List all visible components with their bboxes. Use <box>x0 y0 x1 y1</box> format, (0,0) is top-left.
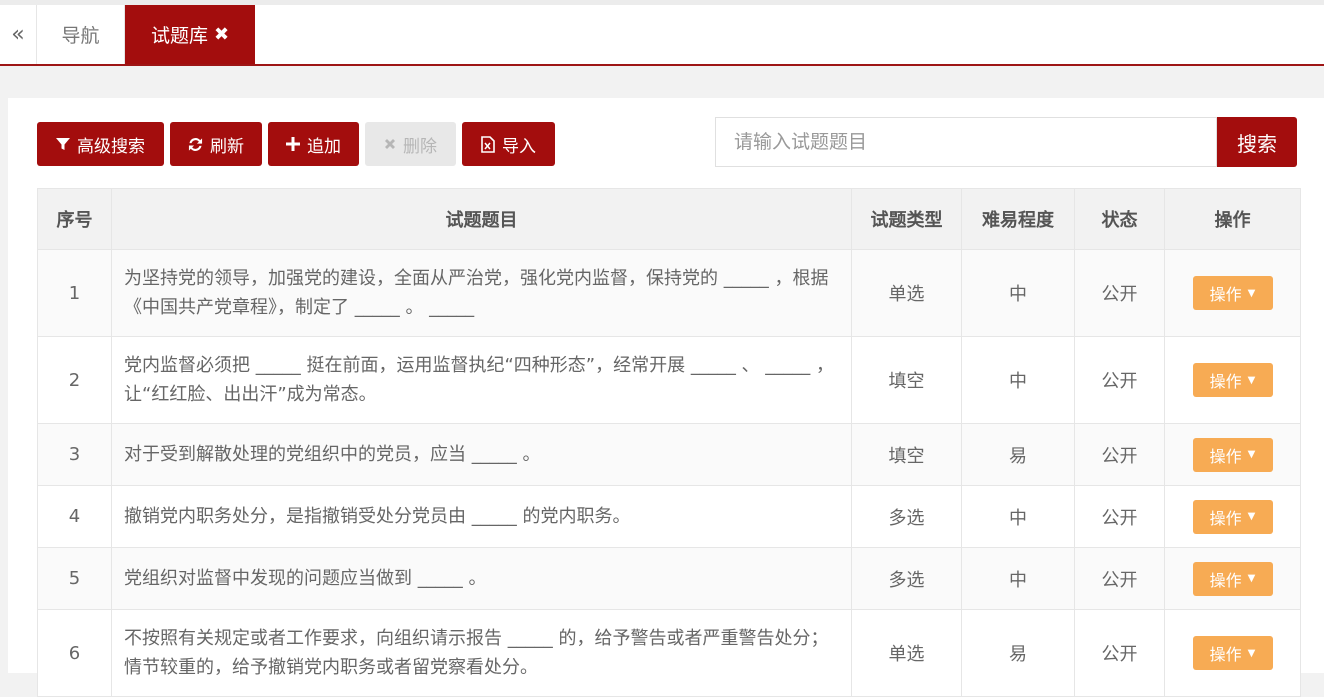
cell-no: 2 <box>37 336 112 424</box>
table-row[interactable]: 2 党内监督必须把 _____ 挺在前面，运用监督执纪“四种形态”，经常开展 _… <box>37 336 1301 424</box>
cell-type: 多选 <box>851 547 962 610</box>
advanced-search-button[interactable]: 高级搜索 <box>37 122 164 166</box>
cell-action: 操作 ▼ <box>1164 609 1301 697</box>
tab-bar: « 导航 试题库 ✖ <box>0 0 1324 66</box>
refresh-label: 刷新 <box>210 136 244 157</box>
cell-no: 5 <box>37 547 112 610</box>
action-label: 操作 <box>1209 446 1242 466</box>
table-row[interactable]: 4 撤销党内职务处分，是指撤销受处分党员由 _____ 的党内职务。 多选 中 … <box>37 485 1301 548</box>
tab-question-bank-label: 试题库 <box>150 25 208 47</box>
cell-status: 公开 <box>1074 547 1165 610</box>
cell-type: 单选 <box>851 609 962 697</box>
import-button[interactable]: 导入 <box>462 122 555 166</box>
table-row[interactable]: 3 对于受到解散处理的党组织中的党员，应当 _____ 。 填空 易 公开 操作… <box>37 423 1301 486</box>
plus-icon <box>286 137 300 151</box>
cell-no: 3 <box>37 423 112 486</box>
tab-navigation-label: 导航 <box>61 25 100 47</box>
tab-question-bank[interactable]: 试题库 ✖ <box>125 5 255 64</box>
close-icon[interactable]: ✖ <box>214 24 229 45</box>
cell-status: 公开 <box>1074 609 1165 697</box>
action-label: 操作 <box>1209 645 1242 664</box>
header-question[interactable]: 试题题目 <box>111 188 852 250</box>
action-dropdown-button[interactable]: 操作 ▼ <box>1192 636 1273 670</box>
cell-question: 党内监督必须把 _____ 挺在前面，运用监督执纪“四种形态”，经常开展 ___… <box>111 336 852 424</box>
header-no[interactable]: 序号 <box>37 188 112 250</box>
excel-file-icon <box>481 135 495 153</box>
cell-status: 公开 <box>1074 423 1165 486</box>
cell-question: 党组织对监督中发现的问题应当做到 _____ 。 <box>111 547 852 610</box>
cell-no: 1 <box>37 249 112 337</box>
cell-action: 操作 ▼ <box>1164 249 1301 337</box>
header-type[interactable]: 试题类型 <box>851 188 962 250</box>
caret-down-icon: ▼ <box>1247 647 1256 659</box>
close-icon <box>384 138 396 150</box>
action-dropdown-button[interactable]: 操作 ▼ <box>1192 276 1273 310</box>
cell-status: 公开 <box>1074 336 1165 424</box>
caret-down-icon: ▼ <box>1247 511 1256 522</box>
caret-down-icon: ▼ <box>1247 449 1256 460</box>
cell-question: 不按照有关规定或者工作要求，向组织请示报告 _____ 的，给予警告或者严重警告… <box>111 609 852 697</box>
search-input[interactable] <box>715 117 1217 167</box>
cell-type: 填空 <box>851 336 962 424</box>
tab-navigation[interactable]: 导航 <box>37 5 125 64</box>
action-label: 操作 <box>1209 570 1242 590</box>
tab-scroll-left-icon[interactable]: « <box>0 5 37 64</box>
cell-status: 公开 <box>1074 249 1165 337</box>
cell-status: 公开 <box>1074 485 1165 548</box>
cell-difficulty: 中 <box>961 336 1075 424</box>
cell-difficulty: 中 <box>961 485 1075 548</box>
cell-no: 6 <box>37 609 112 697</box>
caret-down-icon: ▼ <box>1247 287 1256 299</box>
refresh-button[interactable]: 刷新 <box>170 122 262 166</box>
question-table: 序号 试题题目 试题类型 难易程度 状态 操作 1 为坚持党的领导，加强党的建设… <box>37 188 1301 697</box>
cell-action: 操作 ▼ <box>1164 336 1301 424</box>
filter-icon <box>56 137 70 151</box>
delete-button[interactable]: 删除 <box>365 122 456 166</box>
search-button[interactable]: 搜索 <box>1217 117 1297 167</box>
table-row[interactable]: 5 党组织对监督中发现的问题应当做到 _____ 。 多选 中 公开 操作 ▼ <box>37 547 1301 610</box>
cell-question: 为坚持党的领导，加强党的建设，全面从严治党，强化党内监督，保持党的 _____ … <box>111 249 852 337</box>
header-difficulty[interactable]: 难易程度 <box>961 188 1075 250</box>
import-label: 导入 <box>502 136 536 157</box>
action-dropdown-button[interactable]: 操作 ▼ <box>1192 499 1273 534</box>
advanced-search-label: 高级搜索 <box>77 136 145 157</box>
action-label: 操作 <box>1209 285 1242 304</box>
cell-no: 4 <box>37 485 112 548</box>
cell-question: 对于受到解散处理的党组织中的党员，应当 _____ 。 <box>111 423 852 486</box>
table-row[interactable]: 1 为坚持党的领导，加强党的建设，全面从严治党，强化党内监督，保持党的 ____… <box>37 249 1301 337</box>
header-status[interactable]: 状态 <box>1074 188 1165 250</box>
action-dropdown-button[interactable]: 操作 ▼ <box>1192 437 1273 472</box>
cell-action: 操作 ▼ <box>1164 485 1301 548</box>
cell-type: 多选 <box>851 485 962 548</box>
cell-difficulty: 中 <box>961 249 1075 337</box>
action-label: 操作 <box>1209 372 1242 391</box>
cell-difficulty: 易 <box>961 609 1075 697</box>
main-panel: 高级搜索 刷新 追加 删除 导入 搜索 <box>8 98 1324 697</box>
action-dropdown-button[interactable]: 操作 ▼ <box>1192 363 1273 397</box>
action-dropdown-button[interactable]: 操作 ▼ <box>1192 561 1273 596</box>
header-action: 操作 <box>1164 188 1301 250</box>
refresh-icon <box>188 137 203 152</box>
cell-action: 操作 ▼ <box>1164 547 1301 610</box>
action-label: 操作 <box>1209 508 1242 528</box>
cell-difficulty: 中 <box>961 547 1075 610</box>
cell-type: 单选 <box>851 249 962 337</box>
cell-type: 填空 <box>851 423 962 486</box>
cell-action: 操作 ▼ <box>1164 423 1301 486</box>
add-label: 追加 <box>307 136 341 157</box>
table-row[interactable]: 6 不按照有关规定或者工作要求，向组织请示报告 _____ 的，给予警告或者严重… <box>37 609 1301 697</box>
caret-down-icon: ▼ <box>1247 374 1256 386</box>
cell-question: 撤销党内职务处分，是指撤销受处分党员由 _____ 的党内职务。 <box>111 485 852 548</box>
cell-difficulty: 易 <box>961 423 1075 486</box>
caret-down-icon: ▼ <box>1247 573 1256 584</box>
table-header-row: 序号 试题题目 试题类型 难易程度 状态 操作 <box>37 188 1301 250</box>
add-button[interactable]: 追加 <box>268 122 359 166</box>
delete-label: 删除 <box>403 136 437 157</box>
